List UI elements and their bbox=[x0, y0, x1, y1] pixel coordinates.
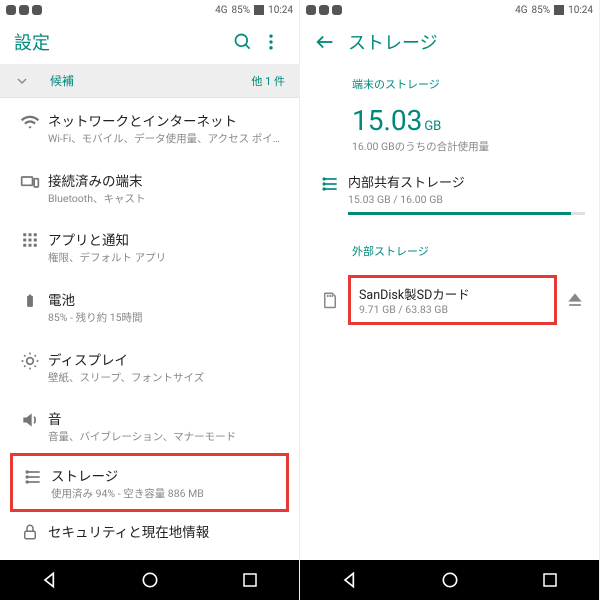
sd-sub: 9.71 GB / 63.83 GB bbox=[359, 303, 546, 316]
status-bar: 4G 85% 10:24 bbox=[0, 0, 299, 20]
appbar: 設定 bbox=[0, 20, 299, 64]
notif-icon bbox=[319, 5, 329, 15]
storage-content: 端末のストレージ 15.03 GB 16.00 GBのうちの合計使用量 内部共有… bbox=[300, 64, 599, 560]
battery-text: 85% bbox=[232, 5, 251, 16]
network-badge: 4G bbox=[215, 5, 227, 16]
item-title: 電池 bbox=[48, 289, 285, 309]
sd-card-icon bbox=[312, 290, 348, 310]
item-display[interactable]: ディスプレイ壁紙、スリープ、フォントサイズ bbox=[0, 337, 299, 397]
used-value: 15.03 bbox=[352, 104, 422, 137]
item-title: ディスプレイ bbox=[48, 349, 285, 369]
wifi-icon bbox=[12, 110, 48, 146]
storage-icon bbox=[312, 172, 348, 194]
item-network[interactable]: ネットワークとインターネット Wi-Fi、モバイル、データ使用量、アクセス ポイ… bbox=[0, 98, 299, 158]
devices-icon bbox=[12, 170, 48, 206]
chevron-down-icon bbox=[14, 73, 38, 89]
battery-icon bbox=[254, 5, 264, 15]
nav-back-icon[interactable] bbox=[340, 570, 360, 590]
notif-icon bbox=[332, 5, 342, 15]
notif-icon bbox=[19, 5, 29, 15]
item-connected[interactable]: 接続済みの端末 Bluetooth、キャスト bbox=[0, 158, 299, 218]
item-sub: 使用済み 94% - 空き容量 886 MB bbox=[51, 487, 280, 501]
item-sub: Wi-Fi、モバイル、データ使用量、アクセス ポイ… bbox=[48, 132, 285, 146]
section-device-storage: 端末のストレージ bbox=[300, 64, 599, 98]
item-sound[interactable]: 音音量、バイブレーション、マナーモード bbox=[0, 396, 299, 456]
item-title: ネットワークとインターネット bbox=[48, 110, 285, 130]
storage-icon bbox=[15, 465, 51, 501]
apps-icon bbox=[12, 229, 48, 265]
item-security[interactable]: セキュリティと現在地情報 bbox=[0, 509, 299, 555]
internal-title: 内部共有ストレージ bbox=[348, 172, 585, 191]
nav-home-icon[interactable] bbox=[440, 570, 460, 590]
sd-card-row[interactable]: SanDisk製SDカード 9.71 GB / 63.83 GB bbox=[300, 265, 599, 335]
network-badge: 4G bbox=[515, 5, 527, 16]
clock: 10:24 bbox=[568, 5, 593, 16]
brightness-icon bbox=[12, 349, 48, 385]
sd-title: SanDisk製SDカード bbox=[359, 284, 546, 303]
battery-text: 85% bbox=[532, 5, 551, 16]
nav-bar bbox=[300, 560, 599, 600]
item-battery[interactable]: 電池 85% - 残り約 15時間 bbox=[0, 277, 299, 337]
eject-icon[interactable] bbox=[565, 290, 585, 310]
internal-storage-row[interactable]: 内部共有ストレージ 15.03 GB / 16.00 GB bbox=[300, 164, 599, 221]
used-unit: GB bbox=[424, 119, 441, 134]
item-title: セキュリティと現在地情報 bbox=[48, 521, 285, 541]
status-bar: 4G 85% 10:24 bbox=[300, 0, 599, 20]
nav-recent-icon[interactable] bbox=[241, 571, 259, 589]
suggestions-label: 候補 bbox=[38, 72, 251, 89]
settings-screen: 4G 85% 10:24 設定 候補 他 1 件 ネットワークとインターネット W… bbox=[0, 0, 300, 600]
battery-icon bbox=[12, 289, 48, 325]
lock-icon bbox=[12, 521, 48, 543]
page-title: 設定 bbox=[14, 29, 229, 55]
notif-icon bbox=[32, 5, 42, 15]
item-title: 接続済みの端末 bbox=[48, 170, 285, 190]
used-sub: 16.00 GBのうちの合計使用量 bbox=[352, 139, 583, 154]
settings-list: ネットワークとインターネット Wi-Fi、モバイル、データ使用量、アクセス ポイ…… bbox=[0, 98, 299, 560]
section-external-storage: 外部ストレージ bbox=[300, 221, 599, 265]
item-title: ストレージ bbox=[51, 465, 280, 485]
progress-bar bbox=[348, 212, 585, 215]
nav-back-icon[interactable] bbox=[40, 570, 60, 590]
total-used: 15.03 GB 16.00 GBのうちの合計使用量 bbox=[300, 98, 599, 164]
page-title: ストレージ bbox=[348, 29, 585, 55]
volume-icon bbox=[12, 408, 48, 444]
battery-icon bbox=[554, 5, 564, 15]
suggestions-row[interactable]: 候補 他 1 件 bbox=[0, 64, 299, 98]
suggestions-more: 他 1 件 bbox=[251, 73, 285, 89]
appbar: ストレージ bbox=[300, 20, 599, 64]
notif-icon bbox=[306, 5, 316, 15]
overflow-icon[interactable] bbox=[257, 28, 285, 56]
item-sub: Bluetooth、キャスト bbox=[48, 192, 285, 206]
nav-bar bbox=[0, 560, 299, 600]
nav-recent-icon[interactable] bbox=[541, 571, 559, 589]
item-sub: 85% - 残り約 15時間 bbox=[48, 311, 285, 325]
item-storage[interactable]: ストレージ使用済み 94% - 空き容量 886 MB bbox=[10, 453, 289, 513]
back-arrow-icon[interactable] bbox=[314, 31, 336, 53]
item-sub: 壁紙、スリープ、フォントサイズ bbox=[48, 371, 285, 385]
item-sub: 権限、デフォルト アプリ bbox=[48, 251, 285, 265]
search-icon[interactable] bbox=[229, 28, 257, 56]
clock: 10:24 bbox=[268, 5, 293, 16]
internal-sub: 15.03 GB / 16.00 GB bbox=[348, 193, 585, 206]
item-title: アプリと通知 bbox=[48, 229, 285, 249]
storage-screen: 4G 85% 10:24 ストレージ 端末のストレージ 15.03 GB 16.… bbox=[300, 0, 600, 600]
item-sub: 音量、バイブレーション、マナーモード bbox=[48, 430, 285, 444]
nav-home-icon[interactable] bbox=[140, 570, 160, 590]
item-apps[interactable]: アプリと通知権限、デフォルト アプリ bbox=[0, 217, 299, 277]
item-title: 音 bbox=[48, 408, 285, 428]
notif-icon bbox=[6, 5, 16, 15]
